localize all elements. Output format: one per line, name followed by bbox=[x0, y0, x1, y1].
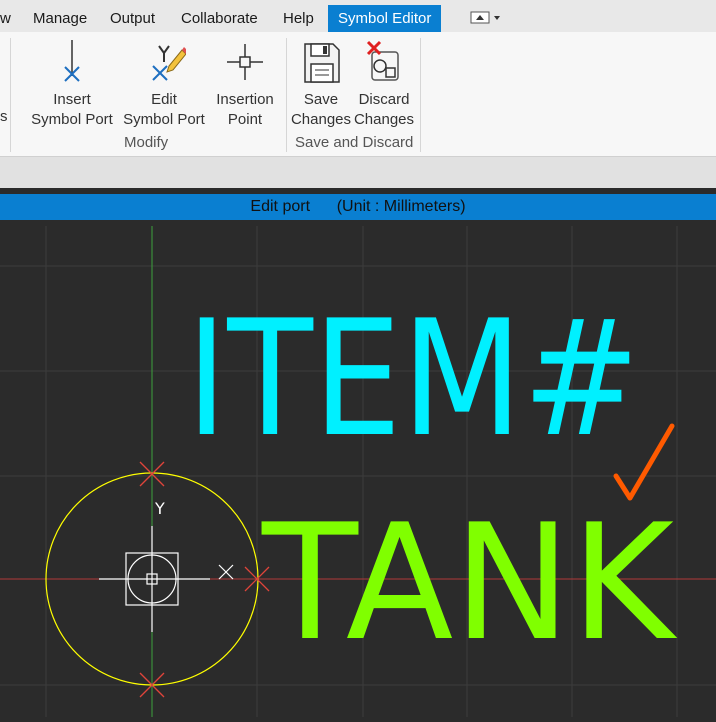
status-unit: (Unit : Millimeters) bbox=[336, 198, 466, 215]
drawing-canvas[interactable]: ITEM# TANK Y bbox=[0, 226, 716, 717]
insertion-point-icon bbox=[227, 44, 263, 80]
save-changes-label-1: Save bbox=[303, 91, 339, 108]
insert-symbol-port-label-2: Symbol Port bbox=[31, 111, 113, 128]
ribbon-gap bbox=[0, 157, 716, 188]
group-separator bbox=[10, 38, 11, 152]
tab-manage[interactable]: Manage bbox=[27, 5, 93, 32]
edit-port-icon bbox=[152, 45, 186, 81]
ribbon-tab-bar: w Manage Output Collaborate Help Symbol … bbox=[0, 0, 716, 32]
edit-symbol-port-label-1: Edit bbox=[151, 91, 177, 108]
insertion-point-label-1: Insertion bbox=[216, 91, 274, 108]
group-separator bbox=[420, 38, 421, 152]
tank-text: TANK bbox=[261, 489, 678, 676]
discard-icon bbox=[366, 40, 399, 81]
save-changes-button[interactable]: Save Changes bbox=[290, 36, 352, 130]
tab-help[interactable]: Help bbox=[277, 5, 320, 32]
panel-toggle-icon bbox=[470, 11, 500, 24]
status-mode: Edit port bbox=[250, 198, 311, 215]
group-label-modify: Modify bbox=[124, 134, 169, 151]
cut-off-label: s bbox=[0, 108, 8, 125]
tab-view-partial[interactable]: w bbox=[0, 5, 17, 32]
edit-symbol-port-label-2: Symbol Port bbox=[123, 111, 205, 128]
save-disk-icon bbox=[304, 43, 340, 83]
insert-symbol-port-label-1: Insert bbox=[53, 91, 91, 108]
tab-collaborate[interactable]: Collaborate bbox=[175, 5, 264, 32]
discard-changes-label-1: Discard bbox=[358, 91, 410, 108]
ribbon-panel: s Insert Symbol Port Edit Symbol Port In… bbox=[0, 32, 716, 157]
canvas-svg[interactable]: ITEM# TANK Y bbox=[0, 226, 716, 717]
insert-symbol-port-button[interactable]: Insert Symbol Port bbox=[30, 36, 114, 130]
group-separator bbox=[286, 38, 287, 152]
group-label-save-discard: Save and Discard bbox=[295, 134, 414, 151]
discard-changes-button[interactable]: Discard Changes bbox=[352, 36, 416, 130]
insert-port-icon bbox=[64, 40, 80, 82]
y-axis-label: Y bbox=[154, 499, 165, 518]
tab-symbol-editor[interactable]: Symbol Editor bbox=[328, 5, 442, 32]
quick-access-dropdown[interactable] bbox=[468, 9, 508, 27]
edit-symbol-port-button[interactable]: Edit Symbol Port bbox=[122, 36, 206, 130]
discard-changes-label-2: Changes bbox=[353, 111, 415, 128]
edit-port-status-bar: Edit port (Unit : Millimeters) bbox=[0, 194, 716, 220]
item-number-text: ITEM# bbox=[186, 285, 640, 472]
save-changes-label-2: Changes bbox=[290, 111, 352, 128]
tab-output[interactable]: Output bbox=[104, 5, 161, 32]
insertion-point-label-2: Point bbox=[227, 111, 263, 128]
insertion-point-button[interactable]: Insertion Point bbox=[212, 36, 278, 130]
